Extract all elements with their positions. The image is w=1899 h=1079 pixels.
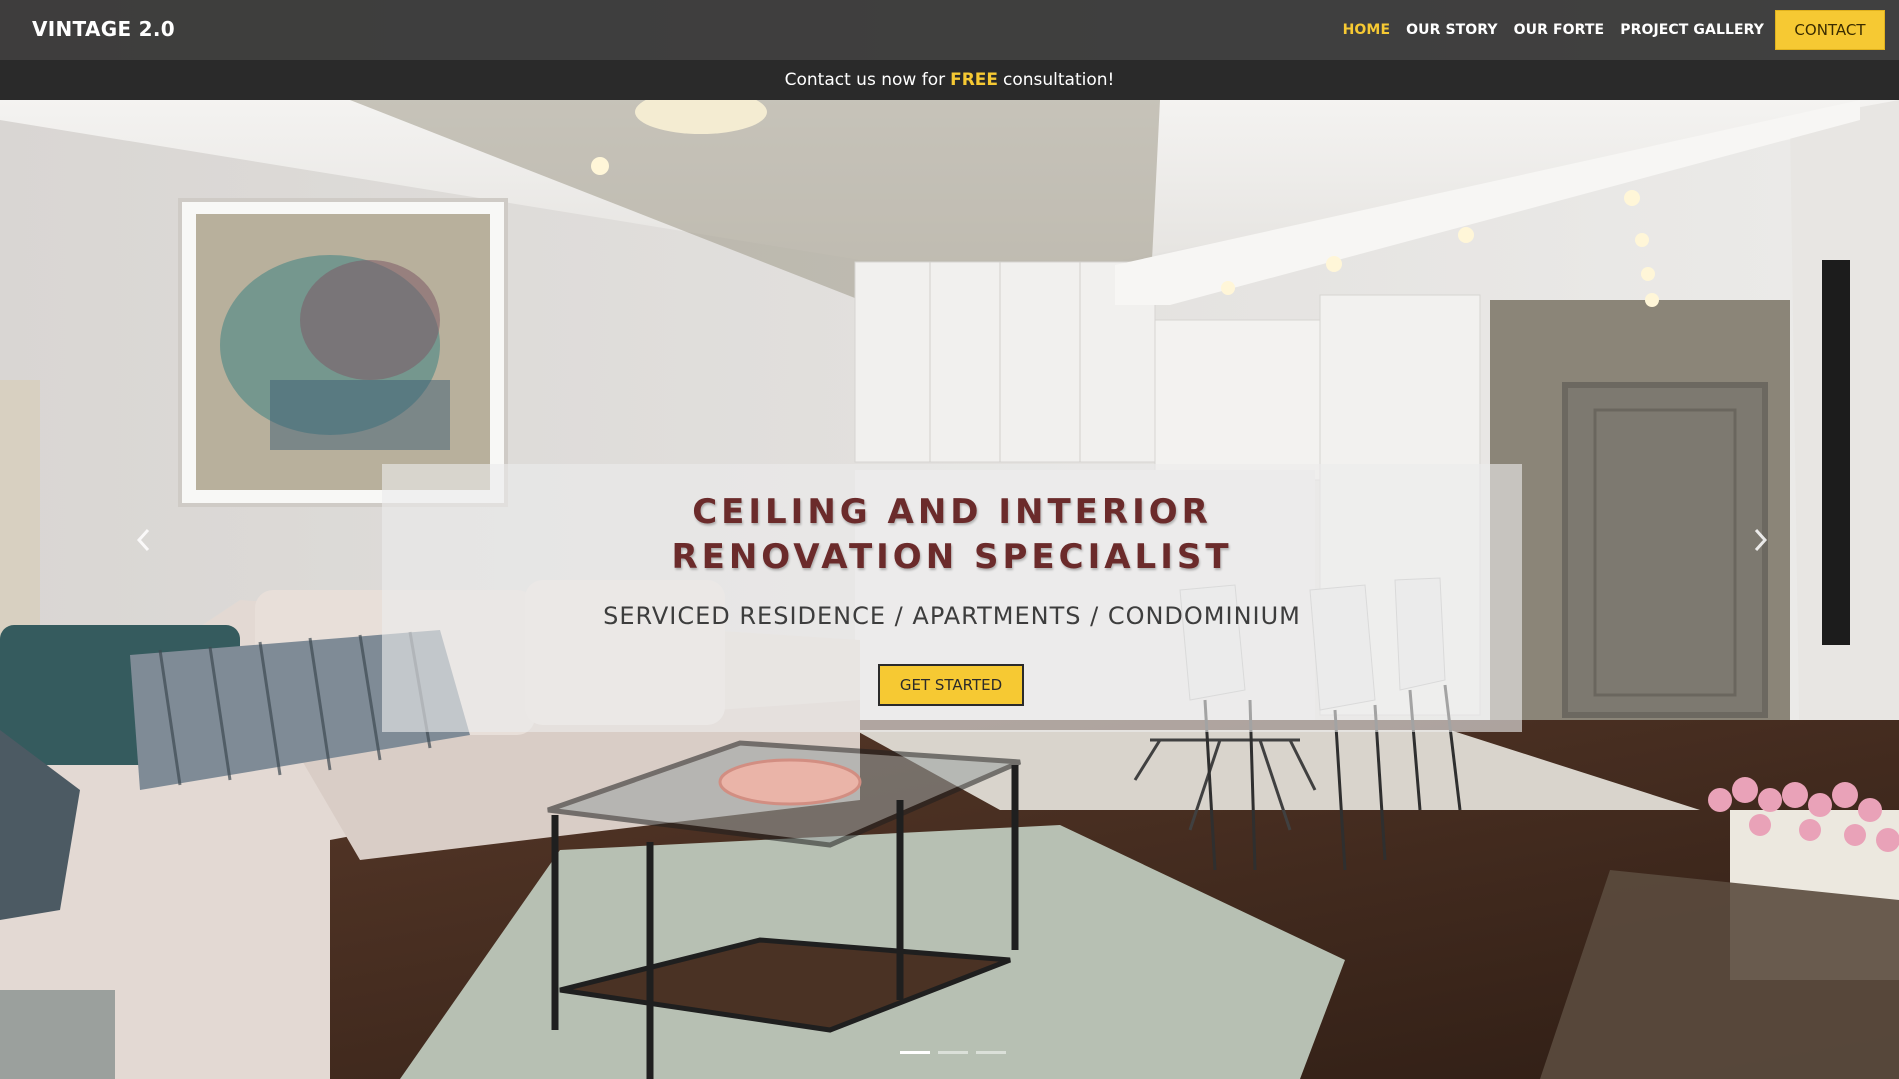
get-started-button[interactable]: GET STARTED: [878, 664, 1024, 706]
carousel-next-button[interactable]: [1740, 520, 1780, 560]
nav-link-our-forte[interactable]: OUR FORTE: [1514, 22, 1605, 38]
nav-link-project-gallery[interactable]: PROJECT GALLERY: [1620, 22, 1764, 38]
promo-text-before: Contact us now for: [784, 70, 946, 90]
nav-link-home[interactable]: HOME: [1343, 22, 1391, 38]
chevron-left-icon: [136, 528, 150, 552]
carousel-indicator-2[interactable]: [938, 1051, 968, 1054]
nav-menu: HOME OUR STORY OUR FORTE PROJECT GALLERY: [1343, 0, 1764, 60]
promo-highlight: FREE: [950, 70, 999, 90]
carousel-indicator-1[interactable]: [900, 1051, 930, 1054]
carousel-indicators: [900, 1051, 1006, 1054]
brand-logo-text[interactable]: VINTAGE 2.0: [32, 17, 175, 41]
hero-subtitle: SERVICED RESIDENCE / APARTMENTS / CONDOM…: [603, 602, 1301, 630]
nav-link-our-story[interactable]: OUR STORY: [1406, 22, 1498, 38]
hero-caption: CEILING AND INTERIOR RENOVATION SPECIALI…: [382, 464, 1522, 732]
hero-title: CEILING AND INTERIOR RENOVATION SPECIALI…: [382, 490, 1522, 580]
carousel-prev-button[interactable]: [124, 520, 164, 560]
promo-bar: Contact us now for FREE consultation!: [0, 60, 1899, 100]
contact-button[interactable]: CONTACT: [1775, 10, 1885, 50]
carousel-indicator-3[interactable]: [976, 1051, 1006, 1054]
promo-text-after: consultation!: [1003, 70, 1115, 90]
hero-title-line-1: CEILING AND INTERIOR: [692, 492, 1212, 532]
top-navbar: VINTAGE 2.0 HOME OUR STORY OUR FORTE PRO…: [0, 0, 1899, 60]
hero-title-line-2: RENOVATION SPECIALIST: [671, 537, 1233, 577]
chevron-right-icon: [1754, 528, 1768, 552]
